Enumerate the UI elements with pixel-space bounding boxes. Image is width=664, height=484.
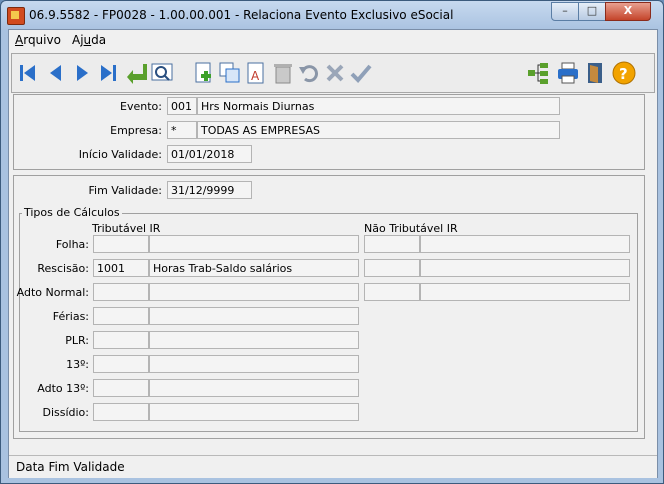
new-record-icon[interactable] — [192, 61, 216, 85]
app-icon — [7, 7, 25, 25]
inicio-validade-field[interactable]: 01/01/2018 — [167, 145, 252, 163]
menu-arquivo[interactable]: Arquivo — [15, 33, 61, 47]
help-icon[interactable]: ? — [612, 61, 636, 85]
fim-validade-label: Fim Validade: — [88, 184, 163, 197]
empresa-desc-field[interactable]: TODAS AS EMPRESAS — [197, 121, 560, 139]
close-button[interactable]: X — [605, 2, 651, 21]
row-label: Dissídio: — [42, 406, 89, 419]
tributavel-code-field[interactable] — [93, 403, 149, 421]
header-panel: Evento: 001 Hrs Normais Diurnas Empresa:… — [13, 94, 645, 170]
minimize-button[interactable]: – — [551, 2, 579, 21]
status-text: Data Fim Validade — [16, 460, 125, 474]
tributavel-desc-field[interactable] — [149, 403, 359, 421]
title-bar[interactable]: 06.9.5582 - FP0028 - 1.00.00.001 - Relac… — [1, 1, 663, 29]
tributavel-desc-field[interactable] — [149, 307, 359, 325]
col-header-tributavel: Tributável IR — [92, 222, 161, 235]
tributavel-code-field[interactable] — [93, 307, 149, 325]
nao-tributavel-code-field[interactable] — [364, 235, 420, 253]
exit-icon[interactable] — [584, 61, 608, 85]
nao-tributavel-desc-field[interactable] — [420, 235, 630, 253]
cancel-icon[interactable] — [323, 61, 347, 85]
svg-text:?: ? — [619, 65, 628, 83]
zoom-icon[interactable] — [150, 61, 174, 85]
row-label: Férias: — [52, 310, 89, 323]
first-record-icon[interactable] — [16, 61, 40, 85]
hierarchy-icon[interactable] — [526, 61, 550, 85]
tributavel-code-field[interactable] — [93, 283, 149, 301]
evento-code-field[interactable]: 001 — [167, 97, 197, 115]
tributavel-code-field[interactable] — [93, 331, 149, 349]
menu-ajuda[interactable]: Ajuda — [72, 33, 106, 47]
tributavel-desc-field[interactable] — [149, 283, 359, 301]
confirm-icon[interactable] — [349, 61, 373, 85]
evento-desc-field[interactable]: Hrs Normais Diurnas — [197, 97, 560, 115]
row-label: 13º: — [66, 358, 89, 371]
empresa-code-field[interactable]: * — [167, 121, 197, 139]
fim-validade-field[interactable]: 31/12/9999 — [167, 181, 252, 199]
delete-icon[interactable] — [271, 61, 295, 85]
inicio-validade-label: Início Validade: — [78, 148, 162, 161]
previous-record-icon[interactable] — [44, 61, 68, 85]
application-window: 06.9.5582 - FP0028 - 1.00.00.001 - Relac… — [0, 0, 664, 484]
next-record-icon[interactable] — [70, 61, 94, 85]
tributavel-code-field[interactable] — [93, 235, 149, 253]
row-label: Folha: — [55, 238, 89, 251]
svg-text:A: A — [251, 69, 260, 83]
row-label: Adto Normal: — [16, 286, 89, 299]
client-area: Arquivo Ajuda A ? Evento: 001 Hrs Normai… — [8, 29, 658, 478]
tributavel-code-field[interactable] — [93, 355, 149, 373]
row-label: Rescisão: — [37, 262, 89, 275]
evento-label: Evento: — [120, 100, 162, 113]
empresa-label: Empresa: — [110, 124, 162, 137]
maximize-button[interactable]: □ — [578, 2, 606, 21]
menu-bar: Arquivo Ajuda — [9, 30, 657, 50]
toolbar: A ? — [11, 53, 655, 93]
tributavel-desc-field[interactable]: Horas Trab-Saldo salários — [149, 259, 359, 277]
tributavel-desc-field[interactable] — [149, 331, 359, 349]
row-label: PLR: — [65, 334, 89, 347]
row-label: Adto 13º: — [37, 382, 89, 395]
nao-tributavel-desc-field[interactable] — [420, 283, 630, 301]
nao-tributavel-desc-field[interactable] — [420, 259, 630, 277]
edit-record-icon[interactable]: A — [245, 61, 269, 85]
copy-record-icon[interactable] — [218, 61, 242, 85]
tributavel-code-field[interactable]: 1001 — [93, 259, 149, 277]
tributavel-desc-field[interactable] — [149, 235, 359, 253]
detail-panel: Fim Validade: 31/12/9999 Tipos de Cálcul… — [13, 175, 645, 439]
status-bar: Data Fim Validade — [9, 455, 657, 478]
go-to-icon[interactable] — [124, 61, 148, 85]
undo-icon[interactable] — [297, 61, 321, 85]
print-icon[interactable] — [556, 61, 580, 85]
window-title: 06.9.5582 - FP0028 - 1.00.00.001 - Relac… — [29, 8, 454, 22]
col-header-nao-tributavel: Não Tributável IR — [364, 222, 458, 235]
nao-tributavel-code-field[interactable] — [364, 259, 420, 277]
last-record-icon[interactable] — [96, 61, 120, 85]
tributavel-desc-field[interactable] — [149, 355, 359, 373]
nao-tributavel-code-field[interactable] — [364, 283, 420, 301]
tributavel-code-field[interactable] — [93, 379, 149, 397]
tributavel-desc-field[interactable] — [149, 379, 359, 397]
tipos-calculos-title: Tipos de Cálculos — [22, 206, 122, 219]
